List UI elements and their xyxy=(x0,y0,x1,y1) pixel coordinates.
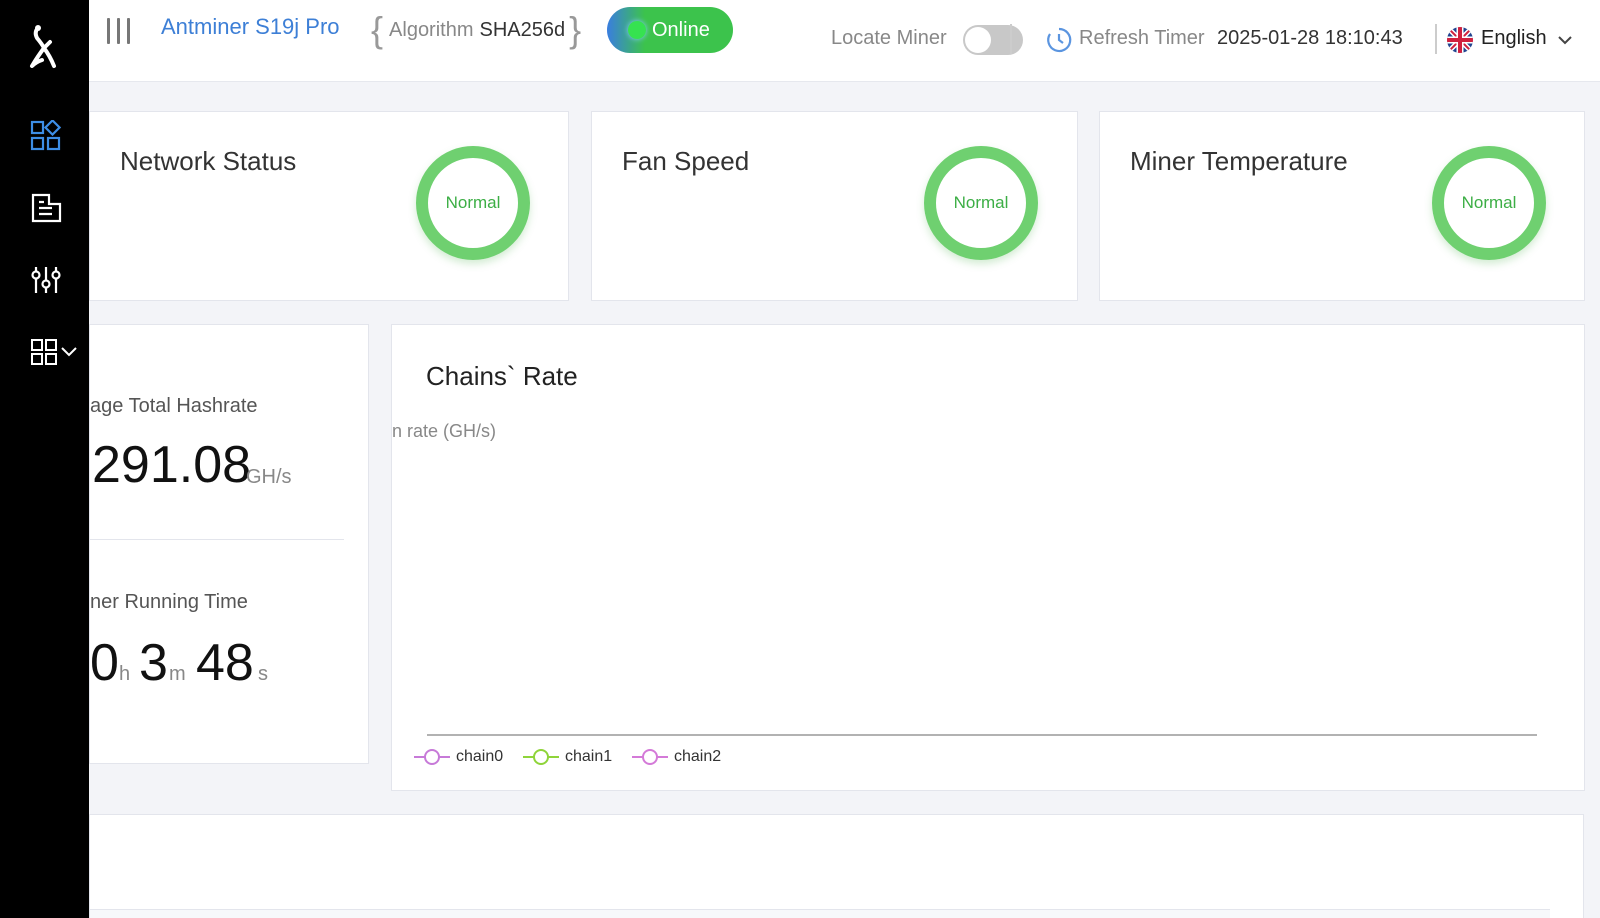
status-ring: Normal xyxy=(416,146,530,260)
chevron-down-icon xyxy=(61,347,77,357)
legend-item-chain0[interactable]: chain0 xyxy=(414,747,503,767)
apps-icon xyxy=(31,339,57,365)
seconds-unit: s xyxy=(258,663,268,685)
network-status-card: Network Status Normal xyxy=(89,111,569,301)
status-ring: Normal xyxy=(1432,146,1546,260)
hashrate-unit: GH/s xyxy=(246,466,292,488)
average-hashrate-label: age Total Hashrate xyxy=(90,395,258,417)
top-header: Antminer S19j Pro { Algorithm SHA256d } … xyxy=(89,0,1600,82)
legend-item-chain1[interactable]: chain1 xyxy=(523,747,612,767)
miner-model: Antminer S19j Pro xyxy=(161,14,340,39)
status-text: Online xyxy=(652,18,710,41)
timer-icon xyxy=(1047,27,1072,53)
hours-unit: h xyxy=(119,663,131,685)
brace-left-icon: { xyxy=(371,9,384,50)
sidebar xyxy=(0,0,89,918)
sidebar-item-logs[interactable] xyxy=(26,188,66,228)
table-header-row xyxy=(90,909,1550,918)
status-badge: Online xyxy=(607,7,733,53)
status-value: Normal xyxy=(445,193,501,212)
legend-label: chain0 xyxy=(456,748,504,765)
chains-rate-chart xyxy=(427,734,1537,736)
line-swatch-icon xyxy=(414,747,450,767)
fan-speed-card: Fan Speed Normal xyxy=(591,111,1078,301)
locate-miner-toggle[interactable] xyxy=(963,25,1023,55)
brace-right-icon: } xyxy=(569,9,582,50)
locate-miner-label: Locate Miner xyxy=(831,27,947,49)
minutes-unit: m xyxy=(169,663,186,685)
running-time-label: ner Running Time xyxy=(90,591,248,613)
toggle-knob xyxy=(965,27,991,53)
average-hashrate-value: 291.08 xyxy=(92,436,252,494)
refresh-timer-value: 2025-01-28 18:10:43 xyxy=(1217,27,1403,49)
line-swatch-icon xyxy=(632,747,668,767)
legend-item-chain2[interactable]: chain2 xyxy=(632,747,721,767)
legend-label: chain2 xyxy=(674,748,722,765)
status-value: Normal xyxy=(953,193,1009,212)
language-select[interactable]: English xyxy=(1481,27,1547,50)
sidebar-item-configuration[interactable] xyxy=(26,260,66,300)
hashrate-card: age Total Hashrate 291.08 GH/s ner Runni… xyxy=(89,324,369,764)
algorithm-badge: { Algorithm SHA256d } xyxy=(371,8,581,52)
menu-toggle-icon[interactable] xyxy=(105,16,135,46)
line-swatch-icon xyxy=(523,747,559,767)
status-dot-icon xyxy=(628,21,646,39)
legend-label: chain1 xyxy=(565,748,613,765)
settings-sliders-icon xyxy=(31,267,61,293)
divider xyxy=(90,539,344,540)
chain-details-card xyxy=(89,814,1584,918)
card-title: Network Status xyxy=(120,146,297,176)
running-seconds: 48 xyxy=(196,634,254,692)
card-title: Miner Temperature xyxy=(1130,146,1348,176)
card-title: Fan Speed xyxy=(622,146,750,176)
running-minutes: 3 xyxy=(139,634,168,692)
algorithm-value: SHA256d xyxy=(479,18,566,41)
chevron-down-icon[interactable] xyxy=(1555,30,1575,50)
divider xyxy=(1010,24,1012,54)
chains-rate-card: Chains` Rate n rate (GH/s) chain0 chain1… xyxy=(391,324,1585,791)
refresh-timer-label: Refresh Timer xyxy=(1079,27,1205,49)
sidebar-item-dashboard[interactable] xyxy=(26,116,66,156)
running-hours: 0 xyxy=(90,634,119,692)
bitmain-logo[interactable] xyxy=(24,22,64,74)
miner-temperature-card: Miner Temperature Normal xyxy=(1099,111,1585,301)
sidebar-item-system[interactable] xyxy=(28,332,80,372)
log-icon xyxy=(31,193,62,223)
dashboard-icon xyxy=(30,120,62,151)
algorithm-label: Algorithm xyxy=(389,18,474,41)
uk-flag-icon[interactable] xyxy=(1447,27,1473,53)
status-value: Normal xyxy=(1461,193,1517,212)
divider xyxy=(1435,24,1437,54)
status-ring: Normal xyxy=(924,146,1038,260)
